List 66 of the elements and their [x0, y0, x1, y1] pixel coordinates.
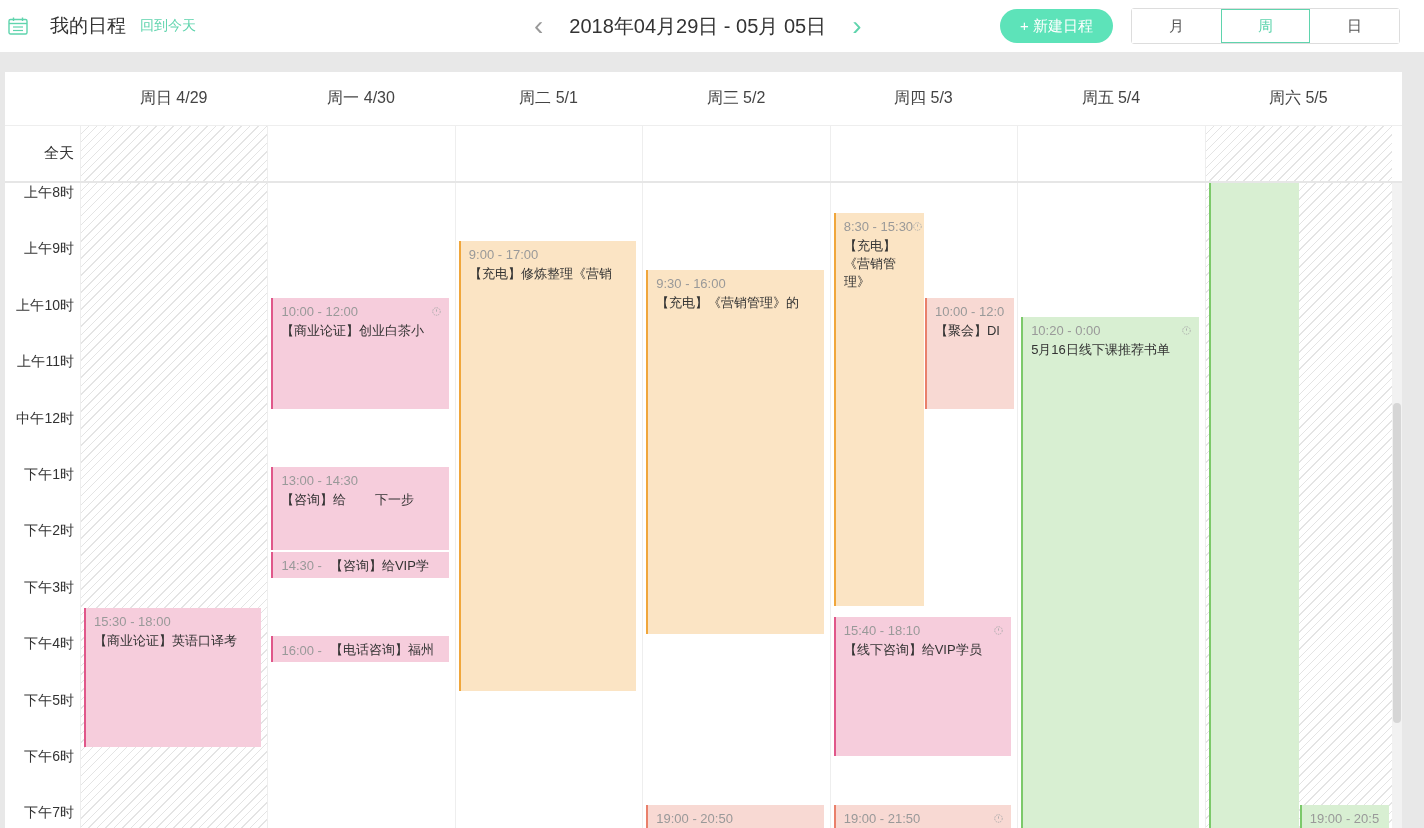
day-header: 周二 5/1	[519, 88, 578, 108]
event-time: 14:30 -	[281, 558, 322, 574]
event-title: 【咨询】给 下一步	[281, 491, 416, 509]
event-time: 15:30 - 18:00	[94, 614, 171, 629]
clock-icon	[1181, 325, 1191, 335]
event-card[interactable]: 10:00 - 12:00 【商业论证】创业白茶小	[271, 297, 449, 409]
clock-icon	[913, 222, 923, 232]
event-title: 【充电】修炼整理《营销	[468, 265, 613, 284]
day-header: 周六 5/5	[1268, 88, 1328, 108]
event-title: 【电话咨询】福州	[329, 641, 434, 660]
hour-label: 下午1时	[24, 465, 74, 482]
event-time: 9:00 - 17:00	[468, 247, 539, 263]
event-title: 【商业论证】英语口译考	[94, 632, 238, 650]
event-card[interactable]: 15:30 - 18:00 【商业论证】英语口译考	[84, 608, 262, 747]
event-title: 【充电】《营销管理》	[843, 237, 897, 292]
day-header: 周三 5/2	[706, 88, 766, 108]
clock-icon	[994, 626, 1004, 636]
hour-label: 下午3时	[24, 578, 74, 595]
hour-label: 中午12时	[16, 409, 74, 426]
hour-label: 下午5时	[24, 691, 74, 708]
day-header: 周日 4/29	[139, 88, 208, 108]
event-time: 10:00 - 12:00	[281, 303, 359, 319]
hour-label: 上午8时	[24, 184, 74, 200]
hour-label: 下午2时	[24, 522, 74, 539]
event-time: 10:20 - 0:00	[1031, 322, 1101, 338]
hour-label: 上午9时	[24, 240, 74, 257]
event-card[interactable]: 9:00 - 17:00 【充电】修炼整理《营销	[458, 241, 637, 691]
event-card[interactable]: 14:30 - 【咨询】给VIP学	[271, 551, 449, 578]
event-time: 8:30 - 15:30	[843, 219, 914, 235]
event-title: 【咨询】给VIP学	[329, 556, 429, 575]
hour-label: 下午6时	[24, 747, 74, 764]
hour-label: 上午10时	[16, 296, 74, 313]
event-title: 【聚会】DI	[934, 321, 1001, 340]
event-time: 9:30 - 16:00	[656, 275, 726, 291]
day-header: 周四 5/3	[894, 88, 953, 108]
event-card[interactable]: 16:00 - 【电话咨询】福州	[271, 636, 449, 663]
clock-icon	[994, 814, 1004, 824]
event-card[interactable]: 15:40 - 18:10 【线下咨询】给VIP学员	[833, 617, 1012, 757]
event-title: 5月16日线下课推荐书单	[1031, 340, 1171, 359]
hour-label: 下午7时	[24, 804, 74, 821]
event-card[interactable]: 13:00 - 14:30 【咨询】给 下一步	[271, 467, 449, 550]
clock-icon	[431, 306, 441, 316]
event-title: 【商业论证】创业白茶小	[281, 321, 426, 340]
day-header: 周一 4/30	[327, 88, 395, 108]
event-time: 19:00 - 20:5	[1309, 811, 1380, 827]
all-day-label: 全天	[44, 144, 74, 163]
scrollbar-thumb[interactable]	[1393, 403, 1401, 723]
event-time: 10:00 - 12:0	[934, 303, 1005, 319]
event-time: 19:00 - 21:50	[843, 811, 921, 827]
calendar-icon	[8, 17, 28, 35]
event-card[interactable]: 10:00 - 12:0 【聚会】DI	[924, 297, 1015, 409]
event-title: 【充电】《营销管理》的	[656, 293, 801, 312]
day-header: 周五 5/4	[1081, 88, 1141, 108]
page-title: 我的日程	[50, 14, 126, 38]
event-time: 16:00 -	[281, 642, 322, 658]
event-time: 19:00 - 20:50	[656, 811, 733, 827]
event-card[interactable]: 9:30 - 16:00 【充电】《营销管理》的	[646, 269, 824, 635]
date-range: 2018年04月29日 - 05月 05日	[569, 13, 827, 39]
event-title: 【线下咨询】给VIP学员	[843, 641, 983, 660]
hour-label: 下午4时	[24, 635, 74, 652]
hour-label: 上午11时	[17, 353, 74, 370]
scrollbar[interactable]	[1392, 183, 1402, 828]
event-card[interactable]: 8:30 - 15:30 【充电】《营销管理》	[833, 213, 924, 606]
event-time: 15:40 - 18:10	[843, 623, 921, 639]
event-card[interactable]: 10:20 - 0:00 5月16日线下课推荐书单	[1021, 316, 1199, 828]
event-time: 13:00 - 14:30	[281, 473, 359, 488]
